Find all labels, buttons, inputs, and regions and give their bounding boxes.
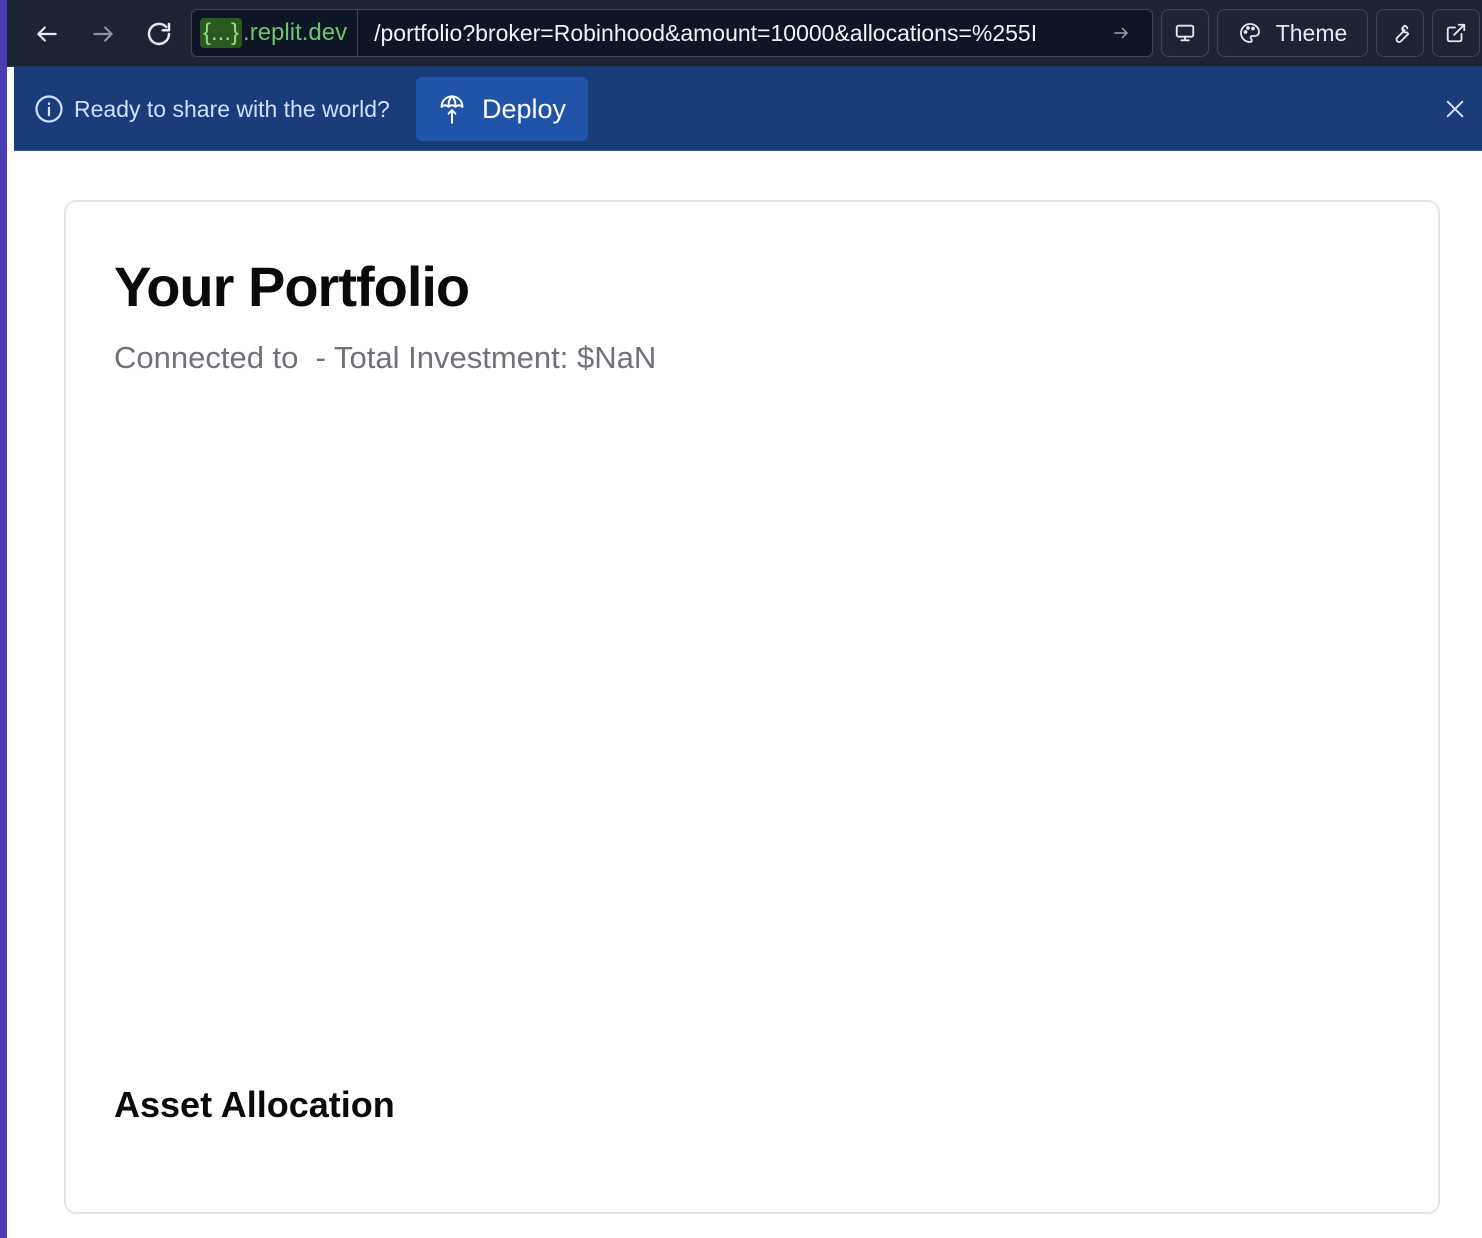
forward-button[interactable] (83, 14, 123, 54)
theme-label: Theme (1275, 19, 1348, 46)
theme-button[interactable]: Theme (1217, 9, 1368, 57)
portfolio-card: Your Portfolio Connected to - Total Inve… (64, 200, 1440, 1214)
domain-suffix: .replit.dev (243, 19, 348, 46)
device-preview-button[interactable] (1161, 9, 1209, 57)
info-icon (35, 95, 63, 123)
reload-button[interactable] (139, 14, 179, 54)
deploy-icon (440, 95, 464, 124)
banner-message: Ready to share with the world? (34, 94, 390, 124)
wrench-icon (1395, 24, 1410, 43)
portfolio-subtitle: Connected to - Total Investment: $NaN (114, 340, 657, 375)
back-button[interactable] (27, 14, 67, 54)
arrow-right-icon (1114, 27, 1128, 39)
browser-toolbar: {...} .replit.dev /portfolio?broker=Robi… (7, 0, 1482, 67)
palette-icon (1239, 23, 1260, 43)
go-button[interactable] (1112, 24, 1152, 42)
app-frame: {...} .replit.dev /portfolio?broker=Robi… (0, 0, 1482, 1238)
monitor-icon (1175, 24, 1195, 42)
address-bar[interactable]: {...} .replit.dev /portfolio?broker=Robi… (191, 9, 1153, 57)
url-path[interactable]: /portfolio?broker=Robinhood&amount=10000… (358, 20, 1112, 47)
deploy-button[interactable]: Deploy (416, 77, 588, 141)
asset-allocation-heading: Asset Allocation (114, 1084, 395, 1125)
deploy-label: Deploy (481, 93, 567, 124)
page-title: Your Portfolio (114, 255, 470, 318)
url-domain[interactable]: {...} .replit.dev (192, 10, 359, 56)
close-icon (1446, 100, 1464, 118)
close-banner-button[interactable] (1441, 95, 1469, 123)
refresh-icon (147, 22, 171, 46)
open-new-tab-button[interactable] (1432, 9, 1480, 57)
banner-text: Ready to share with the world? (74, 95, 390, 122)
portfolio-chart-area (114, 412, 1394, 1062)
domain-badge: {...} (200, 18, 243, 48)
arrow-right-icon (93, 26, 113, 42)
external-link-icon (1446, 23, 1466, 43)
devtools-button[interactable] (1376, 9, 1424, 57)
arrow-left-icon (37, 26, 57, 42)
deploy-banner: Ready to share with the world? Deploy (14, 67, 1482, 151)
